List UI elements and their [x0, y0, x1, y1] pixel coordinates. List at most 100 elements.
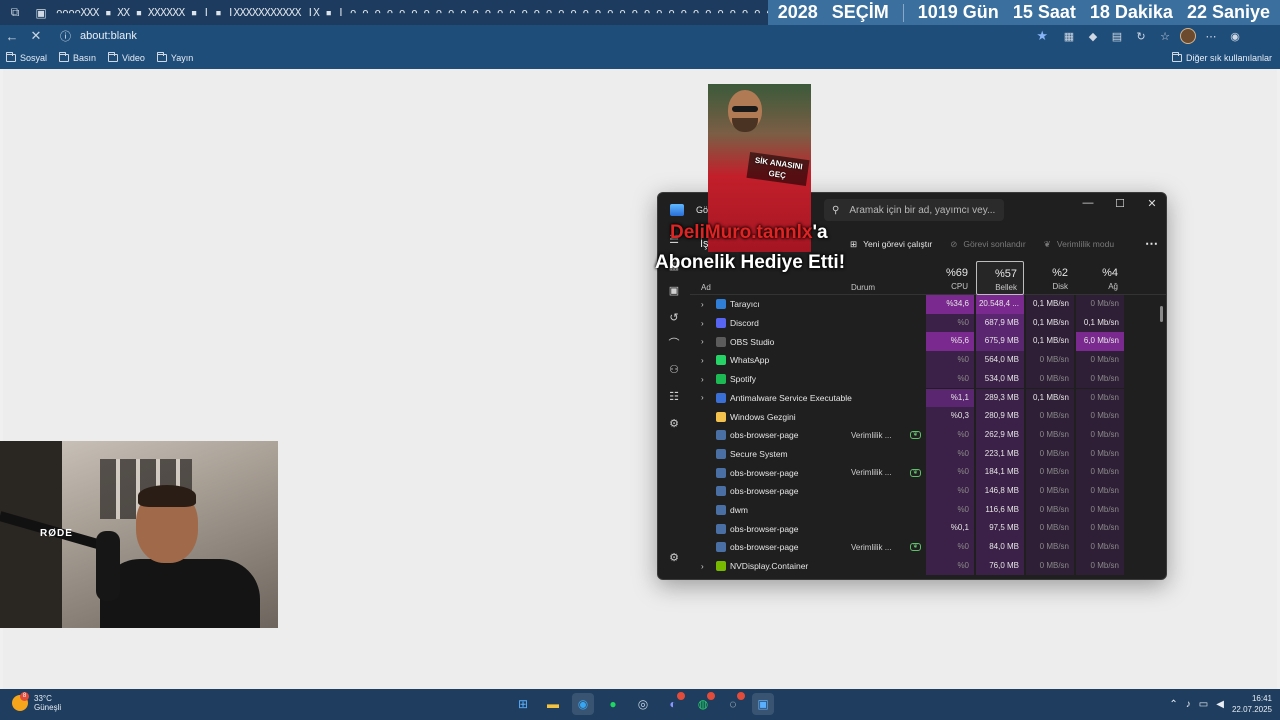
disk-cell: 0,1 MB/sn	[1026, 313, 1074, 333]
process-row[interactable]: obs-browser-page Verimlilik ... ❦ %0 262,9 M…	[690, 425, 1166, 445]
expand-chevron-icon[interactable]: ›	[701, 337, 704, 346]
process-name: Spotify	[730, 374, 756, 385]
startup-apps-tab-icon[interactable]: ⌒	[666, 335, 682, 351]
chevron-up-icon[interactable]: ⌃	[1169, 699, 1177, 710]
expand-chevron-icon[interactable]: ›	[701, 393, 704, 402]
bookmark-folder[interactable]: Video	[108, 52, 145, 63]
column-cpu[interactable]: %69 CPU	[926, 261, 974, 295]
refresh-extension-icon[interactable]: ↻	[1132, 27, 1150, 45]
process-row[interactable]: › Tarayıcı %34,6 20.548,4 ... 0,1 MB/sn 0 Mb/…	[690, 295, 1166, 314]
memory-cell: 687,9 MB	[976, 313, 1024, 333]
end-task-icon: ⊘	[950, 238, 958, 249]
cpu-cell: %5,6	[926, 332, 974, 352]
column-network[interactable]: %4 Ağ	[1076, 261, 1124, 295]
scrollbar-thumb[interactable]	[1160, 306, 1163, 322]
close-button[interactable]: ✕	[1136, 193, 1166, 213]
services-tab-icon[interactable]: ⚙	[666, 415, 682, 431]
back-button[interactable]: ←	[0, 25, 24, 47]
cpu-cell: %0	[926, 556, 974, 576]
clock[interactable]: 16:41 22.07.2025	[1232, 693, 1272, 715]
page-info-icon[interactable]: ⓘ	[60, 28, 76, 44]
bookmark-folder[interactable]: Basın	[59, 52, 96, 63]
network-icon[interactable]: ▭	[1199, 699, 1208, 710]
time: 16:41	[1251, 694, 1272, 703]
whatsapp-icon[interactable]: ◍	[692, 692, 715, 715]
more-menu-icon[interactable]: ⋯	[1202, 27, 1220, 45]
efficiency-mode-button[interactable]: ❦ Verimlilik modu	[1044, 239, 1114, 250]
network-cell: 6,0 Mb/sn	[1076, 332, 1124, 352]
process-row[interactable]: obs-browser-page %0 146,8 MB 0 MB/sn 0 Mb/sn	[690, 482, 1166, 501]
expand-chevron-icon[interactable]: ›	[701, 319, 704, 328]
discord-icon[interactable]: ◐	[662, 692, 685, 715]
process-row[interactable]: › Spotify %0 534,0 MB 0 MB/sn 0 Mb/sn	[690, 369, 1166, 389]
extension-icon[interactable]: ▦	[1060, 27, 1078, 45]
copilot-icon[interactable]: ◉	[1226, 27, 1244, 45]
favorites-icon[interactable]: ☆	[1156, 27, 1174, 45]
process-status: Verimlilik ...	[851, 542, 892, 552]
users-tab-icon[interactable]: ⚇	[666, 361, 682, 377]
process-row[interactable]: › OBS Studio %5,6 675,9 MB 0,1 MB/sn 6,0 Mb/s…	[690, 332, 1166, 352]
start-button[interactable]: ⊞	[512, 693, 534, 715]
microphone-icon[interactable]: ♪	[1186, 699, 1191, 710]
other-bookmarks-folder[interactable]: Diğer sık kullanılanlar	[1171, 52, 1272, 63]
network-cell: 0 Mb/sn	[1076, 425, 1124, 445]
process-row[interactable]: Secure System %0 223,1 MB 0 MB/sn 0 Mb/sn	[690, 444, 1166, 464]
bookmark-folder[interactable]: Yayın	[156, 52, 193, 63]
column-name[interactable]: Ad	[701, 283, 711, 292]
performance-tab-icon[interactable]: ▣	[666, 282, 682, 298]
maximize-button[interactable]: ☐	[1104, 193, 1136, 213]
process-row[interactable]: obs-browser-page Verimlilik ... ❦ %0 184,1 M…	[690, 463, 1166, 482]
edge-browser-icon[interactable]: ◉	[572, 693, 594, 715]
steam-icon[interactable]: ◎	[632, 693, 654, 715]
process-row[interactable]: › Discord %0 687,9 MB 0,1 MB/sn 0,1 Mb/sn	[690, 313, 1166, 333]
url-text[interactable]: about:blank	[80, 30, 137, 42]
extensions-bar: ▦ ◆ ▤ ↻ ☆ ⋯ ◉	[1060, 27, 1244, 45]
process-name: obs-browser-page	[730, 430, 799, 441]
minimize-button[interactable]: —	[1072, 193, 1104, 213]
memory-cell: 223,1 MB	[976, 444, 1024, 464]
process-search-input[interactable]: ⚲ Aramak için bir ad, yayımcı vey...	[824, 199, 1004, 221]
expand-chevron-icon[interactable]: ›	[701, 375, 704, 384]
column-memory[interactable]: %57 Bellek	[976, 261, 1024, 295]
column-disk[interactable]: %2 Disk	[1026, 261, 1074, 295]
process-row[interactable]: Windows Gezgini %0,3 280,9 MB 0 MB/sn 0 Mb/s…	[690, 407, 1166, 426]
profile-avatar[interactable]	[1180, 28, 1196, 44]
process-row[interactable]: dwm %0 116,6 MB 0 MB/sn 0 Mb/sn	[690, 500, 1166, 520]
process-row[interactable]: › Antimalware Service Executable %1,1 289,3…	[690, 388, 1166, 408]
settings-icon[interactable]: ⚙	[666, 549, 682, 565]
favorite-star-icon[interactable]: ★	[1036, 28, 1048, 44]
stop-loading-button[interactable]: ✕	[24, 25, 48, 47]
new-task-icon: ⊞	[850, 238, 858, 249]
expand-chevron-icon[interactable]: ›	[701, 562, 704, 571]
disk-cell: 0 MB/sn	[1026, 444, 1074, 464]
rode-label: RØDE	[40, 528, 73, 539]
weather-condition: Güneşli	[34, 703, 62, 712]
details-tab-icon[interactable]: ☷	[666, 388, 682, 404]
expand-chevron-icon[interactable]: ›	[701, 356, 704, 365]
bookmark-folder[interactable]: Sosyal	[6, 52, 47, 63]
extension-icon[interactable]: ◆	[1084, 27, 1102, 45]
run-new-task-button[interactable]: ⊞ Yeni görevi çalıştır	[850, 239, 932, 250]
process-row[interactable]: obs-browser-page %0,1 97,5 MB 0 MB/sn 0 Mb/s…	[690, 519, 1166, 539]
extension-icon[interactable]: ▤	[1108, 27, 1126, 45]
column-status[interactable]: Durum	[851, 283, 875, 292]
volume-icon[interactable]: ◀	[1216, 699, 1224, 710]
cpu-cell: %0	[926, 425, 974, 445]
process-row[interactable]: › WhatsApp %0 564,0 MB 0 MB/sn 0 Mb/sn	[690, 351, 1166, 370]
process-name: Discord	[730, 318, 759, 329]
file-explorer-icon[interactable]: ▬	[542, 693, 564, 715]
task-manager-icon[interactable]: ▣	[752, 693, 774, 715]
app-history-tab-icon[interactable]: ↺	[666, 309, 682, 325]
process-row[interactable]: obs-browser-page Verimlilik ... ❦ %0 84,0 MB…	[690, 538, 1166, 557]
process-row[interactable]: › NVDisplay.Container %0 76,0 MB 0 MB/sn 0 Mb…	[690, 556, 1166, 576]
end-task-button[interactable]: ⊘ Görevi sonlandır	[950, 239, 1026, 250]
tab-actions-icon[interactable]: ▣	[30, 2, 52, 24]
spotify-icon[interactable]: ●	[602, 693, 624, 715]
workspaces-icon[interactable]: ⧉	[4, 2, 26, 24]
obs-studio-icon[interactable]: ◌	[722, 692, 745, 715]
weather-widget[interactable]: 8 33°C Güneşli	[12, 692, 62, 712]
address-bar[interactable]: ⓘ about:blank ★	[54, 26, 1054, 46]
more-options-button[interactable]: ⋯	[1145, 236, 1158, 252]
expand-chevron-icon[interactable]: ›	[701, 300, 704, 309]
disk-cell: 0 MB/sn	[1026, 369, 1074, 389]
